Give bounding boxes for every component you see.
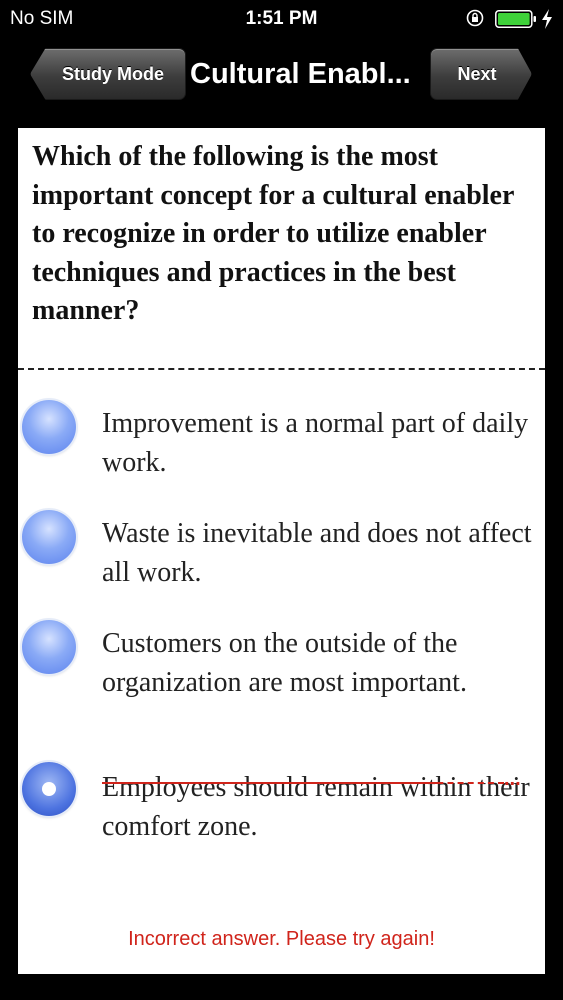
charging-bolt-icon bbox=[542, 9, 552, 29]
answer-label: Customers on the outside of the organiza… bbox=[102, 628, 467, 698]
answer-label: Improvement is a normal part of daily wo… bbox=[102, 408, 529, 478]
orientation-lock-icon bbox=[466, 9, 484, 27]
answer-label: Employees should remain within their com… bbox=[102, 772, 530, 842]
study-mode-button[interactable]: Study Mode bbox=[30, 48, 186, 100]
battery-icon bbox=[495, 10, 536, 28]
feedback-message: Incorrect answer. Please try again! bbox=[128, 928, 435, 950]
divider bbox=[18, 368, 545, 370]
answer-option-2[interactable]: Waste is inevitable and does not affect … bbox=[18, 508, 545, 598]
answer-label: Waste is inevitable and does not affect … bbox=[102, 518, 532, 588]
answer-option-3[interactable]: Customers on the outside of the organiza… bbox=[18, 618, 545, 743]
ellipsis: ... bbox=[504, 768, 521, 790]
question-text: Which of the following is the most impor… bbox=[32, 141, 514, 326]
next-button[interactable]: Next bbox=[430, 48, 532, 100]
status-bar: No SIM 1:51 PM bbox=[0, 0, 563, 38]
radio-button[interactable] bbox=[22, 400, 76, 454]
radio-button[interactable] bbox=[22, 620, 76, 674]
navigation-bar: Study Mode Cultural Enabl... Next bbox=[0, 38, 563, 114]
radio-selected-dot bbox=[42, 782, 56, 796]
question-panel: Which of the following is the most impor… bbox=[18, 128, 545, 974]
radio-button-selected[interactable] bbox=[22, 762, 76, 816]
page-title: Cultural Enabl... bbox=[190, 57, 411, 90]
answer-option-1[interactable]: Improvement is a normal part of daily wo… bbox=[18, 398, 545, 488]
answer-option-4[interactable]: Employees should remain within their com… bbox=[18, 762, 545, 852]
strikethrough-dashes bbox=[104, 782, 504, 784]
radio-button[interactable] bbox=[22, 510, 76, 564]
